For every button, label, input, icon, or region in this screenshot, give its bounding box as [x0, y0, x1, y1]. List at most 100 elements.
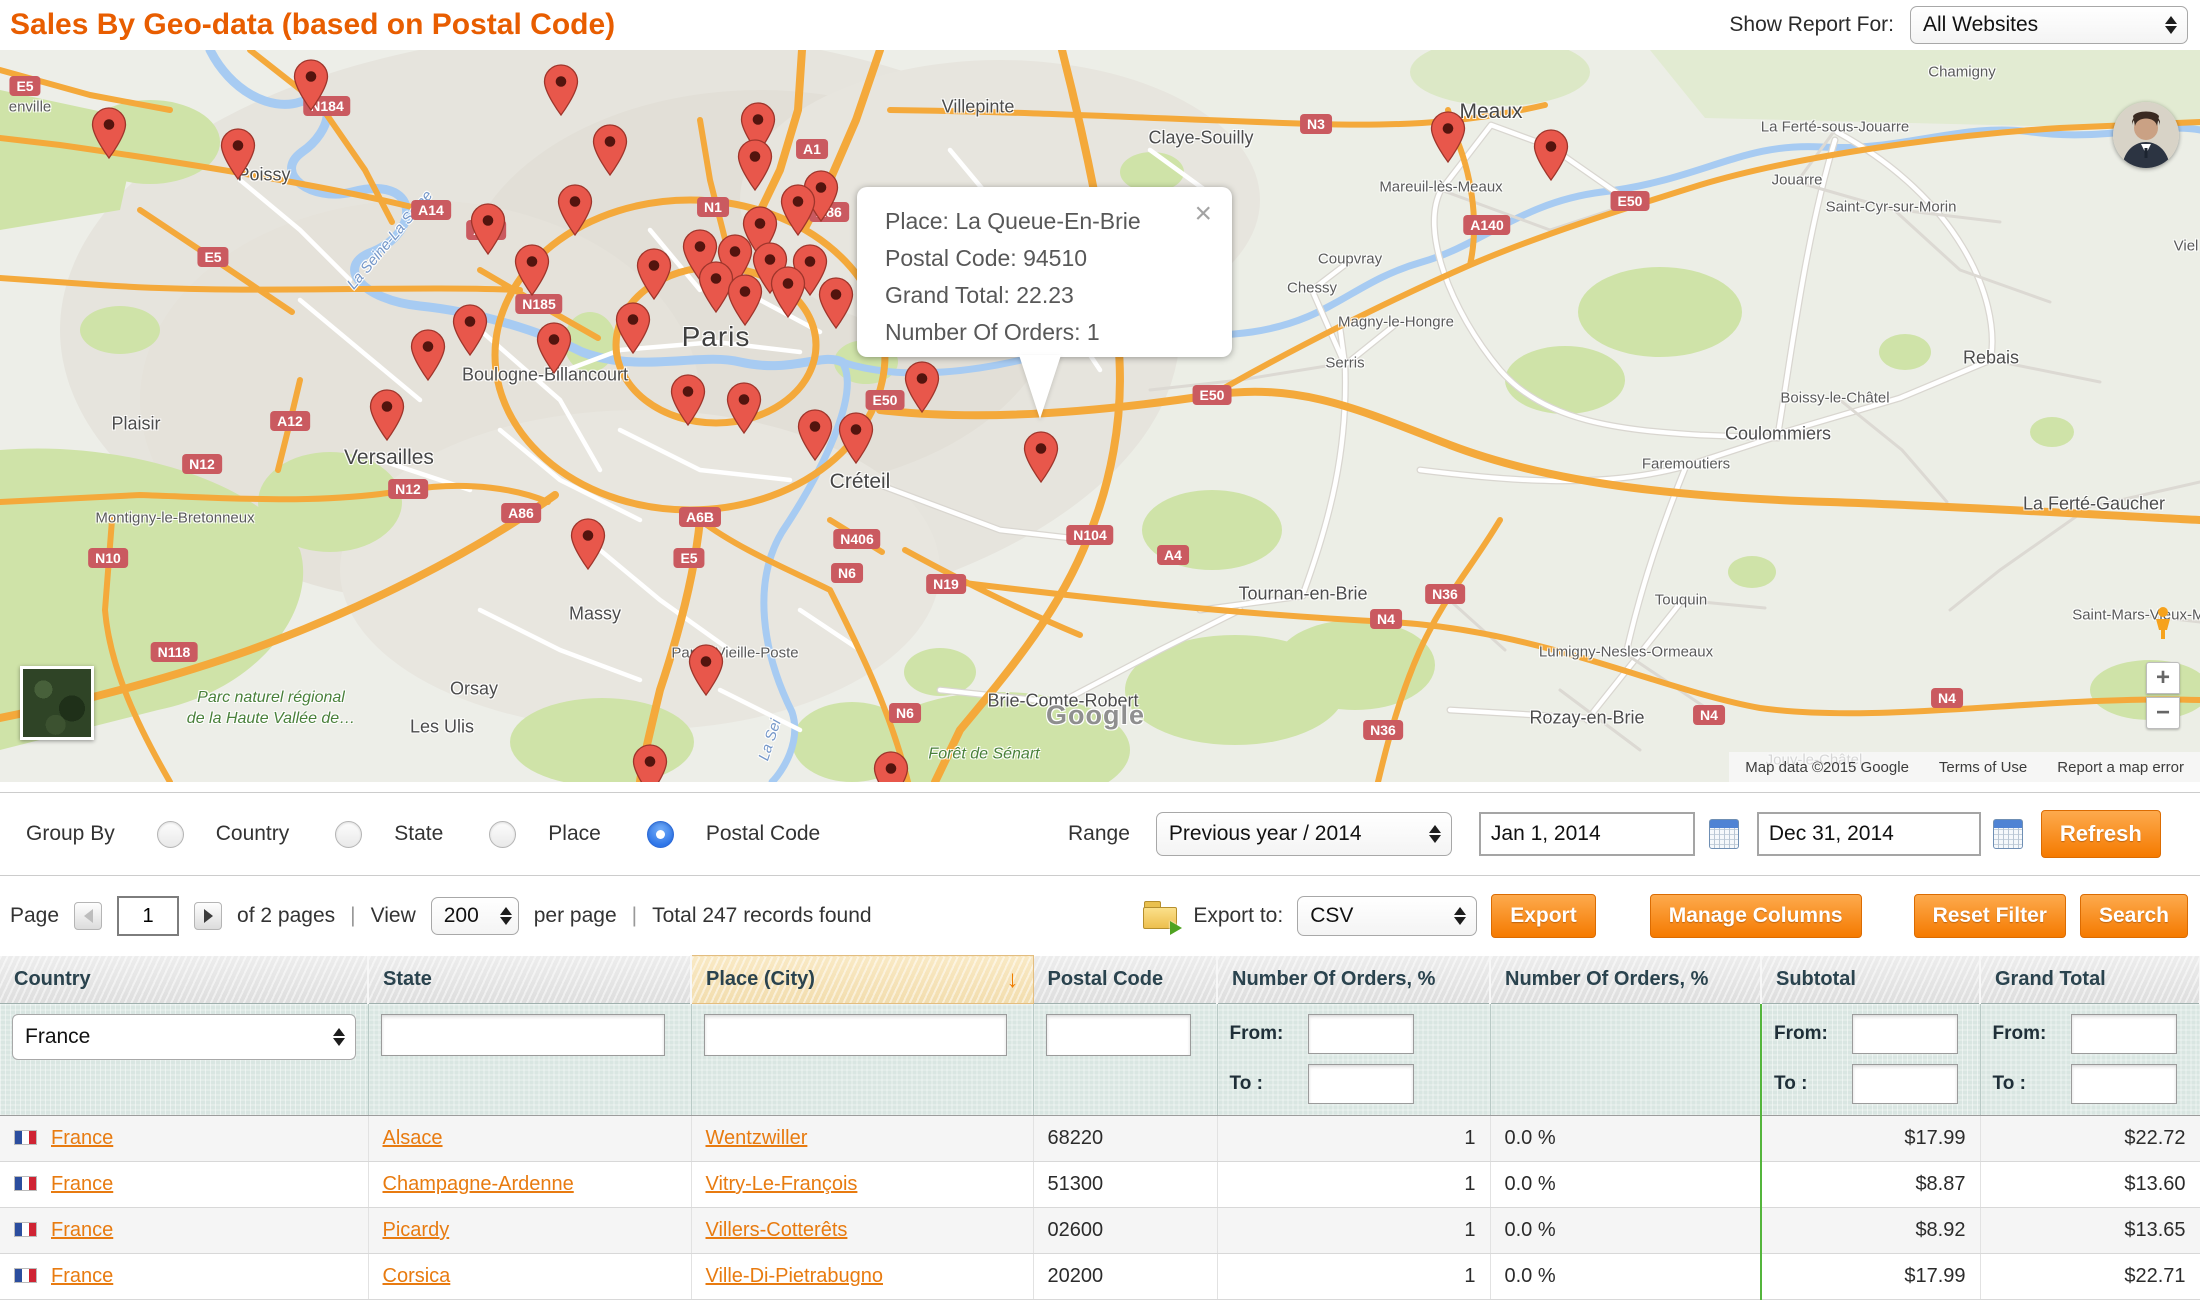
filter-input-postal[interactable]	[1046, 1014, 1191, 1056]
map-marker[interactable]	[514, 244, 550, 297]
column-header-state[interactable]: State	[368, 956, 691, 1004]
map-marker[interactable]	[592, 124, 628, 177]
column-header-country[interactable]: Country	[0, 956, 368, 1004]
website-select[interactable]: All Websites	[1910, 6, 2188, 44]
column-header-postal[interactable]: Postal Code	[1033, 956, 1217, 1004]
table-row[interactable]: FrancePicardyVillers-Cotterêts0260010.0 …	[0, 1208, 2200, 1254]
range-select[interactable]: Previous year / 2014	[1156, 812, 1452, 856]
place-link[interactable]: Vitry-Le-François	[706, 1173, 858, 1195]
previous-page-button[interactable]	[74, 902, 102, 930]
map-marker[interactable]	[818, 277, 854, 330]
next-page-button[interactable]	[194, 902, 222, 930]
map-marker[interactable]	[737, 139, 773, 192]
column-header-percent[interactable]: Number Of Orders, %	[1490, 956, 1761, 1004]
place-link[interactable]: Wentzwiller	[706, 1127, 808, 1149]
export-button[interactable]: Export	[1491, 894, 1596, 938]
column-header-grand[interactable]: Grand Total	[1980, 956, 2200, 1004]
map-marker[interactable]	[557, 184, 593, 237]
column-header-place[interactable]: Place (City)↓	[691, 956, 1033, 1004]
map-marker[interactable]	[452, 304, 488, 357]
filter-orders-from-input[interactable]	[1308, 1014, 1414, 1054]
filter-subtotal-to-input[interactable]	[1852, 1064, 1958, 1104]
terms-of-use-link[interactable]: Terms of Use	[1939, 759, 2027, 776]
user-avatar[interactable]	[2113, 102, 2179, 168]
map-marker[interactable]	[780, 184, 816, 237]
map-marker[interactable]	[1430, 111, 1466, 164]
state-link[interactable]: Alsace	[383, 1127, 443, 1149]
map-marker[interactable]	[1533, 129, 1569, 182]
date-from-input[interactable]	[1479, 812, 1695, 856]
map-marker[interactable]	[636, 248, 672, 301]
state-link[interactable]: Champagne-Ardenne	[383, 1173, 574, 1195]
close-icon[interactable]: ×	[1194, 199, 1212, 229]
calendar-icon[interactable]	[1993, 819, 2023, 849]
map-marker[interactable]	[470, 203, 506, 256]
country-filter-select[interactable]: France	[12, 1014, 356, 1060]
radio-state[interactable]	[335, 821, 362, 848]
map-marker[interactable]	[369, 389, 405, 442]
filter-subtotal-from-input[interactable]	[1852, 1014, 1958, 1054]
country-link[interactable]: France	[51, 1127, 113, 1149]
map-marker[interactable]	[797, 409, 833, 462]
filter-orders-to-input[interactable]	[1308, 1064, 1414, 1104]
country-link[interactable]: France	[51, 1219, 113, 1241]
map-marker[interactable]	[570, 518, 606, 571]
country-link[interactable]: France	[51, 1265, 113, 1287]
state-link[interactable]: Corsica	[383, 1265, 451, 1287]
group-by-option-country[interactable]: Country	[157, 821, 290, 848]
map-marker[interactable]	[770, 266, 806, 319]
filter-grand-to-input[interactable]	[2071, 1064, 2177, 1104]
search-button[interactable]: Search	[2080, 894, 2188, 938]
table-row[interactable]: FranceAlsaceWentzwiller6822010.0 %$17.99…	[0, 1116, 2200, 1162]
map-marker[interactable]	[688, 644, 724, 697]
radio-country[interactable]	[157, 821, 184, 848]
filter-grand-from-input[interactable]	[2071, 1014, 2177, 1054]
zoom-out-button[interactable]: −	[2146, 697, 2180, 729]
map-marker[interactable]	[838, 412, 874, 465]
website-select-value: All Websites	[1923, 13, 2038, 37]
map-marker[interactable]	[726, 382, 762, 435]
filter-input-place[interactable]	[704, 1014, 1007, 1056]
map-marker[interactable]	[293, 59, 329, 112]
column-header-subtotal[interactable]: Subtotal	[1761, 956, 1980, 1004]
per-page-select[interactable]: 200	[431, 897, 519, 935]
place-link[interactable]: Villers-Cotterêts	[706, 1219, 848, 1241]
satellite-thumbnail[interactable]	[20, 666, 94, 740]
map-marker[interactable]	[873, 751, 909, 782]
group-by-option-place[interactable]: Place	[489, 821, 601, 848]
radio-postal-code[interactable]	[647, 821, 674, 848]
group-by-option-postal-code[interactable]: Postal Code	[647, 821, 820, 848]
report-map-error-link[interactable]: Report a map error	[2057, 759, 2184, 776]
zoom-in-button[interactable]: +	[2146, 662, 2180, 694]
map-marker[interactable]	[904, 361, 940, 414]
map-marker[interactable]	[1023, 431, 1059, 484]
map-marker[interactable]	[543, 64, 579, 117]
map-marker[interactable]	[615, 302, 651, 355]
map-marker[interactable]	[670, 374, 706, 427]
google-logo[interactable]: Google	[1046, 700, 1145, 731]
table-row[interactable]: France Champagne-Ardenne Vitry-Le-François…	[0, 1162, 2200, 1208]
map-marker[interactable]	[91, 107, 127, 160]
date-to-input[interactable]	[1757, 812, 1981, 856]
radio-place[interactable]	[489, 821, 516, 848]
export-format-select[interactable]: CSV	[1297, 896, 1477, 936]
calendar-icon[interactable]	[1709, 819, 1739, 849]
page-input[interactable]	[117, 896, 179, 936]
state-link[interactable]: Picardy	[383, 1219, 450, 1241]
refresh-button[interactable]: Refresh	[2041, 810, 2161, 858]
reset-filter-button[interactable]: Reset Filter	[1914, 894, 2066, 938]
country-link[interactable]: France	[51, 1173, 113, 1195]
map-marker[interactable]	[632, 744, 668, 782]
map-marker[interactable]	[220, 128, 256, 181]
map-marker[interactable]	[536, 322, 572, 375]
pegman-icon[interactable]	[2152, 606, 2174, 645]
group-by-option-state[interactable]: State	[335, 821, 443, 848]
map-marker[interactable]	[410, 329, 446, 382]
column-header-orders[interactable]: Number Of Orders, %	[1217, 956, 1490, 1004]
table-row[interactable]: FranceCorsicaVille-Di-Pietrabugno2020010…	[0, 1254, 2200, 1300]
place-link[interactable]: Ville-Di-Pietrabugno	[706, 1265, 884, 1287]
map-marker[interactable]	[727, 274, 763, 327]
map[interactable]: envilleChamignyPoissyVillepinteClaye-Sou…	[0, 50, 2200, 782]
manage-columns-button[interactable]: Manage Columns	[1650, 894, 1862, 938]
filter-input-state[interactable]	[381, 1014, 665, 1056]
